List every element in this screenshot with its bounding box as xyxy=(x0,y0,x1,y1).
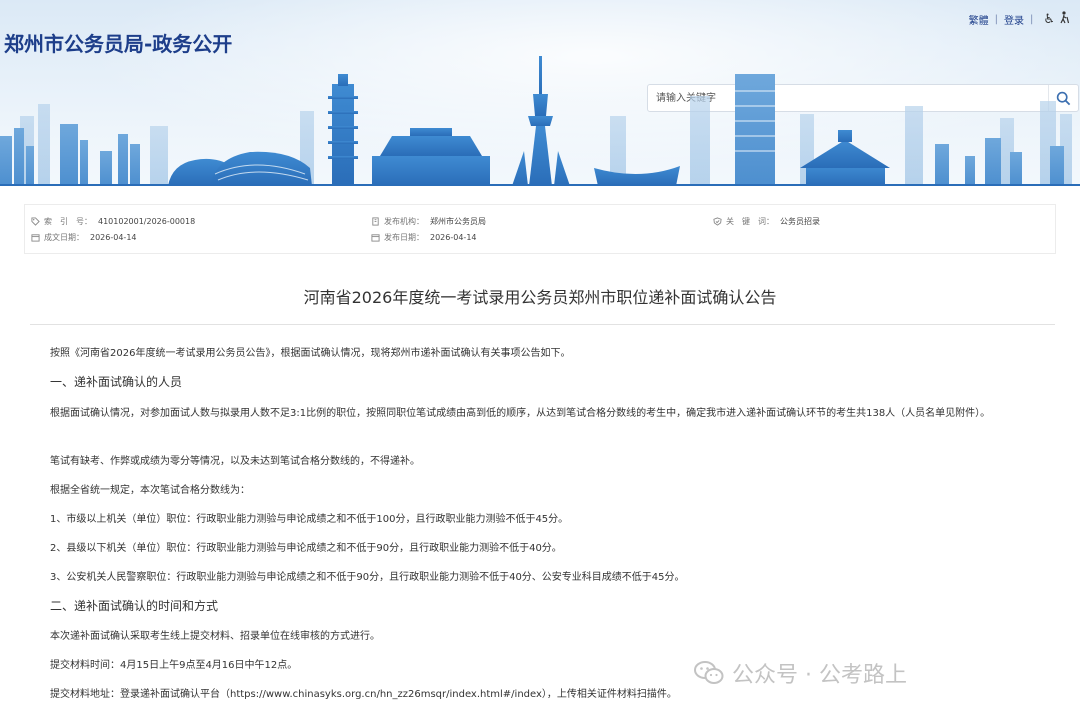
article-intro: 按照《河南省2026年度统一考试录用公务员公告》，根据面试确认情况，现将郑州市递… xyxy=(50,348,571,359)
article-title: 河南省2026年度统一考试录用公务员郑州市职位递补面试确认公告 xyxy=(303,288,777,307)
paragraph-3: 根据全省统一规定，本次笔试合格分数线为： xyxy=(50,485,250,496)
site-title[interactable]: 郑州市公务员局-政务公开 xyxy=(4,28,232,57)
calendar-icon xyxy=(371,234,380,242)
meta-publisher: 发布机构： 郑州市公务员局 xyxy=(371,216,486,227)
tag-icon xyxy=(31,217,40,226)
wechat-watermark: 公众号 · 公考路上 xyxy=(694,653,907,693)
wheelchair-icon[interactable]: ♿ xyxy=(1043,12,1055,27)
meta-publisher-label: 发布机构： xyxy=(384,217,424,226)
paragraph-2: 笔试有缺考、作弊或成绩为零分等情况，以及未达到笔试合格分数线的，不得递补。 xyxy=(50,456,420,467)
paragraph-7: 本次递补面试确认采取考生线上提交材料、招录单位在线审核的方式进行。 xyxy=(50,631,380,642)
paragraph-5: 2、县级以下机关（单位）职位：行政职业能力测验与申论成绩之和不低于90分，且行政… xyxy=(50,543,562,554)
city-skyline-illustration xyxy=(0,56,1080,186)
meta-published-label: 发布日期： xyxy=(384,233,424,242)
paragraph-1: 根据面试确认情况，对参加面试人数与拟录用人数不足3:1比例的职位，按照同职位笔试… xyxy=(50,408,991,419)
header-banner: 郑州市公务员局-政务公开 繁體 | 登录 | ♿ xyxy=(0,0,1080,186)
meta-created: 成文日期： 2026-04-14 xyxy=(31,232,137,243)
paragraph-4: 1、市级以上机关（单位）职位：行政职业能力测验与申论成绩之和不低于100分，且行… xyxy=(50,514,569,525)
paragraph-6: 3、公安机关人民警察职位：行政职业能力测验与申论成绩之和不低于90分，且行政职业… xyxy=(50,572,685,583)
building-icon xyxy=(372,217,379,226)
wechat-icon xyxy=(694,661,724,684)
calendar-icon xyxy=(31,234,40,242)
watermark-text: 公众号 · 公考路上 xyxy=(732,663,907,688)
meta-publisher-value: 郑州市公务员局 xyxy=(430,217,486,226)
traditional-chinese-link[interactable]: 繁體 xyxy=(969,12,989,27)
meta-keyword: 关 键 词： 公务员招录 xyxy=(713,216,820,227)
meta-index-label: 索 引 号： xyxy=(44,217,92,226)
elder-icon[interactable] xyxy=(1059,11,1070,28)
link-separator: | xyxy=(994,14,998,25)
login-link[interactable]: 登录 xyxy=(1004,12,1024,27)
meta-keyword-label: 关 键 词： xyxy=(726,217,774,226)
meta-published: 发布日期： 2026-04-14 xyxy=(371,232,477,243)
meta-created-label: 成文日期： xyxy=(44,233,84,242)
section1-heading: 一、递补面试确认的人员 xyxy=(50,375,183,389)
top-links: 繁體 | 登录 | ♿ xyxy=(969,11,1070,28)
title-divider xyxy=(30,324,1055,325)
meta-keyword-value: 公务员招录 xyxy=(780,217,820,226)
article-meta-box: 索 引 号： 410102001/2026-00018 成文日期： 2026-0… xyxy=(24,204,1056,254)
link-separator: | xyxy=(1029,14,1034,25)
meta-index-value: 410102001/2026-00018 xyxy=(98,217,196,226)
shield-check-icon xyxy=(713,217,722,226)
meta-published-value: 2026-04-14 xyxy=(430,233,477,242)
meta-created-value: 2026-04-14 xyxy=(90,233,137,242)
meta-index: 索 引 号： 410102001/2026-00018 xyxy=(31,216,195,227)
section2-heading: 二、递补面试确认的时间和方式 xyxy=(50,599,219,613)
